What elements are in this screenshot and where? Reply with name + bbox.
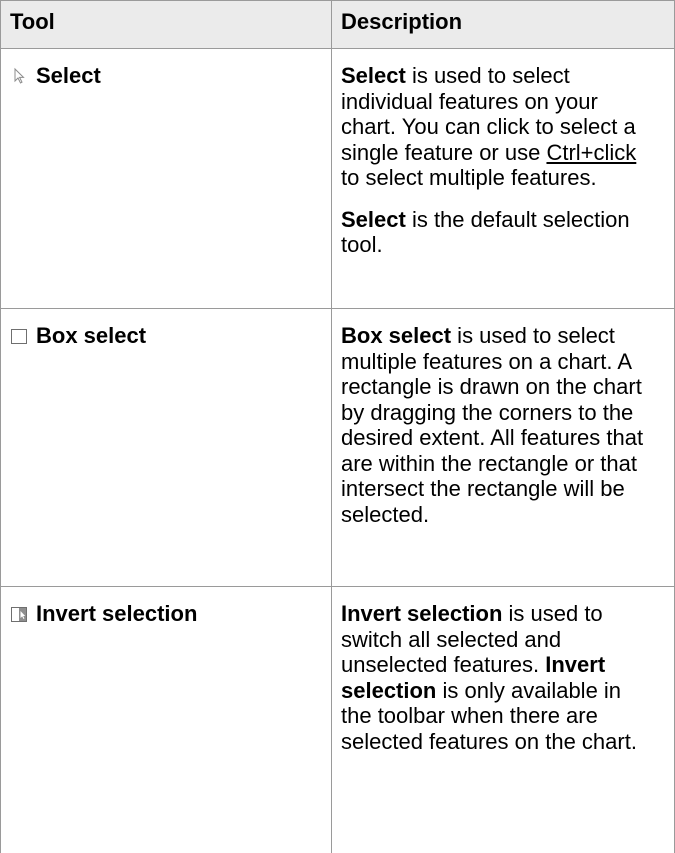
header-description-label: Description xyxy=(341,9,463,34)
table-row: Select Select is used to select individu… xyxy=(0,49,675,309)
tool-term: Select xyxy=(341,206,406,232)
tool-cell: Select xyxy=(0,49,332,308)
description-paragraph: Box select is used to select multiple fe… xyxy=(341,323,656,527)
ctrl-click-link[interactable]: Ctrl+click xyxy=(546,140,636,165)
description-paragraph: Invert selection is used to switch all s… xyxy=(341,601,656,754)
table-row: Invert selection Invert selection is use… xyxy=(0,587,675,853)
tool-term: Invert selection xyxy=(341,601,503,626)
description-paragraph: Select is the default selection tool. xyxy=(341,207,656,258)
description-cell: Select is used to select individual feat… xyxy=(332,49,675,308)
description-paragraph: Select is used to select individual feat… xyxy=(341,63,656,191)
tool-box-select: Box select xyxy=(10,323,331,349)
description-cell: Box select is used to select multiple fe… xyxy=(332,309,675,586)
header-tool-cell: Tool xyxy=(0,1,332,48)
box-select-icon xyxy=(11,329,27,344)
tool-term: Box select xyxy=(341,323,452,348)
tool-invert-selection: Invert selection xyxy=(10,601,331,627)
description-text: is used to select multiple features on a… xyxy=(341,323,644,527)
description-text: to select multiple features. xyxy=(341,165,597,190)
select-arrow-icon xyxy=(14,67,25,84)
description-cell: Invert selection is used to switch all s… xyxy=(332,587,675,853)
tool-select: Select xyxy=(10,63,331,89)
tool-name: Box select xyxy=(36,323,147,348)
tool-name: Select xyxy=(36,63,101,88)
tool-cell: Box select xyxy=(0,309,332,586)
tool-name: Invert selection xyxy=(36,601,198,626)
header-tool-label: Tool xyxy=(10,9,55,34)
tool-cell: Invert selection xyxy=(0,587,332,853)
invert-selection-icon xyxy=(11,607,27,622)
tools-table: Tool Description Select Select is used t… xyxy=(0,0,675,853)
table-row: Box select Box select is used to select … xyxy=(0,309,675,587)
table-header: Tool Description xyxy=(0,0,675,49)
header-description-cell: Description xyxy=(332,1,675,48)
tool-term: Select xyxy=(341,63,406,88)
